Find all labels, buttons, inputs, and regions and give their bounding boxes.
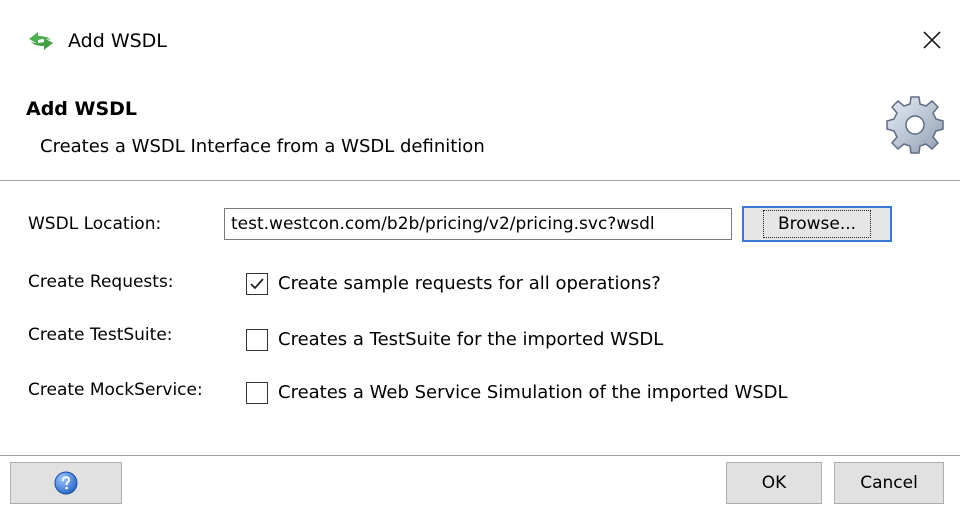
checkmark-icon (250, 278, 264, 290)
create-requests-label: Create Requests: (28, 272, 174, 292)
close-icon (923, 31, 941, 49)
create-requests-option-label: Create sample requests for all operation… (278, 273, 661, 294)
create-mockservice-checkbox[interactable] (246, 382, 268, 404)
help-button[interactable] (10, 462, 122, 504)
ok-button[interactable]: OK (726, 462, 822, 504)
gear-icon (886, 96, 944, 154)
browse-button-label: Browse... (762, 210, 872, 238)
title-bar: Add WSDL (0, 0, 960, 82)
create-requests-option[interactable]: Create sample requests for all operation… (246, 272, 661, 296)
header-banner: Add WSDL Creates a WSDL Interface from a… (0, 82, 960, 181)
create-testsuite-checkbox[interactable] (246, 329, 268, 351)
create-testsuite-label: Create TestSuite: (28, 325, 173, 345)
create-requests-checkbox[interactable] (246, 273, 268, 295)
soapui-logo-icon (29, 32, 53, 50)
cancel-button[interactable]: Cancel (834, 462, 944, 504)
create-mockservice-option[interactable]: Creates a Web Service Simulation of the … (246, 381, 788, 405)
banner-title: Add WSDL (26, 98, 138, 120)
wsdl-location-input[interactable]: test.westcon.com/b2b/pricing/v2/pricing.… (224, 208, 732, 240)
banner-description: Creates a WSDL Interface from a WSDL def… (40, 136, 485, 157)
create-mockservice-option-label: Creates a Web Service Simulation of the … (278, 382, 788, 403)
footer-divider (0, 455, 960, 456)
wsdl-location-label: WSDL Location: (28, 214, 162, 234)
browse-button[interactable]: Browse... (742, 206, 892, 242)
create-mockservice-label: Create MockService: (28, 380, 203, 400)
create-testsuite-option[interactable]: Creates a TestSuite for the imported WSD… (246, 328, 663, 352)
window-title: Add WSDL (68, 30, 167, 52)
close-button[interactable] (912, 20, 952, 60)
help-icon (54, 471, 78, 495)
create-testsuite-option-label: Creates a TestSuite for the imported WSD… (278, 329, 664, 350)
